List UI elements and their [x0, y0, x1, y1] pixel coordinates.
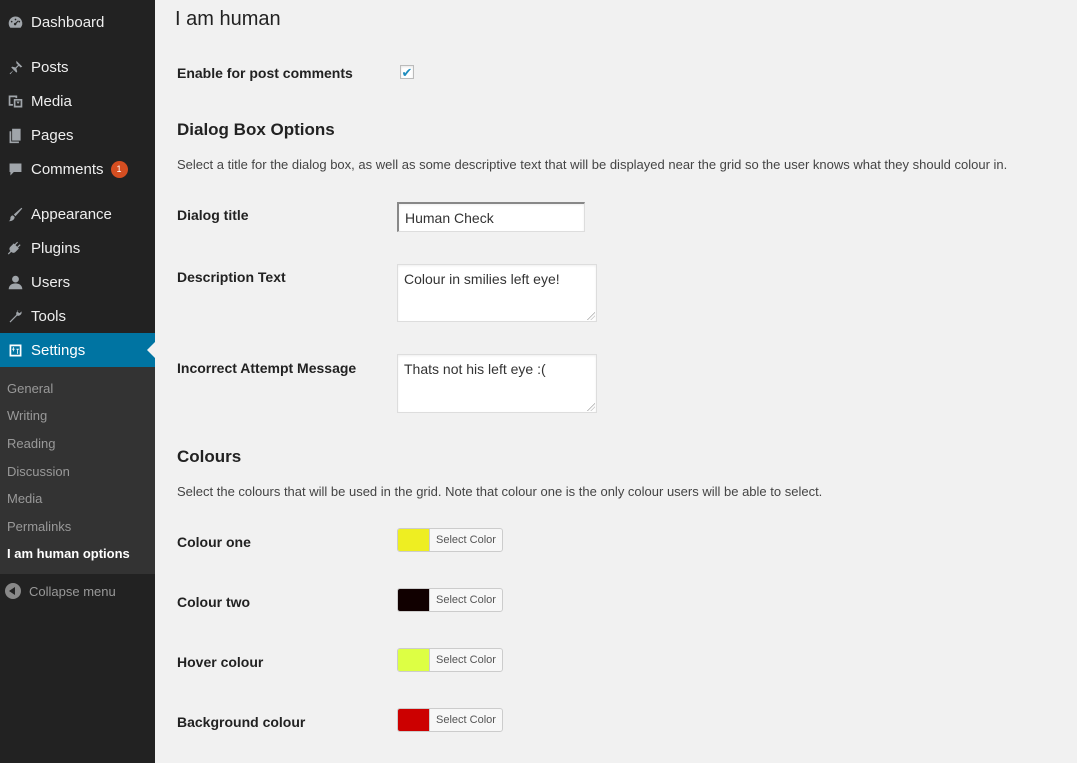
- menu-item-posts[interactable]: Posts: [0, 50, 155, 84]
- description-text-label: Description Text: [177, 269, 286, 285]
- dialog-section-description: Select a title for the dialog box, as we…: [177, 157, 1008, 172]
- submenu-item-i-am-human-options[interactable]: I am human options: [7, 546, 130, 561]
- select-color-button[interactable]: Select Color: [430, 589, 502, 611]
- admin-sidebar: Dashboard Posts Media Pages Comments 1 A…: [0, 0, 155, 763]
- settings-submenu: General Writing Reading Discussion Media…: [0, 367, 155, 574]
- wrench-icon: [5, 306, 25, 326]
- colour-two-swatch: [398, 589, 430, 611]
- select-color-button[interactable]: Select Color: [430, 709, 502, 731]
- colour-one-swatch: [398, 529, 430, 551]
- menu-label: Posts: [31, 58, 69, 76]
- background-colour-picker[interactable]: Select Color: [397, 708, 503, 732]
- menu-label: Tools: [31, 307, 67, 325]
- menu-item-plugins[interactable]: Plugins: [0, 231, 155, 265]
- brush-icon: [5, 204, 25, 224]
- description-text-textarea[interactable]: Colour in smilies left eye!: [397, 264, 597, 322]
- resize-grip-icon[interactable]: [587, 312, 595, 320]
- settings-icon: [5, 340, 25, 360]
- dashboard-icon: [5, 12, 25, 32]
- submenu-item-discussion[interactable]: Discussion: [7, 464, 70, 479]
- colours-section-title: Colours: [177, 447, 242, 466]
- collapse-arrow-icon: [5, 583, 21, 599]
- submenu-item-writing[interactable]: Writing: [7, 408, 47, 423]
- menu-item-users[interactable]: Users: [0, 265, 155, 299]
- menu-label: Media: [31, 92, 72, 110]
- select-color-button[interactable]: Select Color: [430, 649, 502, 671]
- menu-item-tools[interactable]: Tools: [0, 299, 155, 333]
- colour-one-picker[interactable]: Select Color: [397, 528, 503, 552]
- menu-item-appearance[interactable]: Appearance: [0, 197, 155, 231]
- submenu-item-media[interactable]: Media: [7, 491, 42, 506]
- user-icon: [5, 272, 25, 292]
- page-title: I am human: [175, 8, 281, 30]
- resize-grip-icon[interactable]: [587, 403, 595, 411]
- menu-item-settings[interactable]: Settings: [0, 333, 155, 367]
- pin-icon: [5, 57, 25, 77]
- enable-comments-checkbox[interactable]: ✔: [400, 65, 414, 79]
- menu-item-media[interactable]: Media: [0, 84, 155, 118]
- dialog-title-label: Dialog title: [177, 207, 249, 223]
- comment-icon: [5, 159, 25, 179]
- dialog-title-input[interactable]: [397, 202, 585, 232]
- menu-label: Dashboard: [31, 13, 105, 31]
- hover-colour-picker[interactable]: Select Color: [397, 648, 503, 672]
- colour-two-picker[interactable]: Select Color: [397, 588, 503, 612]
- settings-content: I am human Enable for post comments ✔ Di…: [155, 0, 1077, 763]
- background-colour-label: Background colour: [177, 714, 306, 730]
- menu-label: Comments: [31, 160, 104, 178]
- incorrect-attempt-label: Incorrect Attempt Message: [177, 360, 357, 376]
- incorrect-attempt-wrapper: Thats not his left eye :(: [397, 354, 597, 413]
- plug-icon: [5, 238, 25, 258]
- select-color-button[interactable]: Select Color: [430, 529, 502, 551]
- enable-comments-label: Enable for post comments: [177, 65, 353, 81]
- media-icon: [5, 91, 25, 111]
- menu-label: Appearance: [31, 205, 112, 223]
- incorrect-attempt-textarea[interactable]: Thats not his left eye :(: [397, 354, 597, 413]
- description-text-wrapper: Colour in smilies left eye!: [397, 264, 597, 322]
- background-colour-swatch: [398, 709, 430, 731]
- submenu-item-reading[interactable]: Reading: [7, 436, 55, 451]
- menu-item-pages[interactable]: Pages: [0, 118, 155, 152]
- colour-two-label: Colour two: [177, 594, 251, 610]
- submenu-item-permalinks[interactable]: Permalinks: [7, 519, 71, 534]
- colour-one-label: Colour one: [177, 534, 251, 550]
- menu-label: Plugins: [31, 239, 81, 257]
- checkmark-icon: ✔: [401, 64, 413, 80]
- submenu-item-general[interactable]: General: [7, 381, 53, 396]
- pages-icon: [5, 125, 25, 145]
- menu-label: Users: [31, 273, 71, 291]
- menu-item-comments[interactable]: Comments 1: [0, 152, 155, 186]
- menu-item-dashboard[interactable]: Dashboard: [0, 5, 155, 39]
- menu-label: Pages: [31, 126, 74, 144]
- comments-count-badge: 1: [110, 160, 128, 178]
- dialog-section-title: Dialog Box Options: [177, 120, 335, 139]
- menu-label: Settings: [31, 341, 86, 359]
- collapse-menu-label: Collapse menu: [29, 583, 116, 599]
- hover-colour-swatch: [398, 649, 430, 671]
- collapse-menu-button[interactable]: Collapse menu: [5, 583, 116, 599]
- colours-section-description: Select the colours that will be used in …: [177, 484, 823, 499]
- hover-colour-label: Hover colour: [177, 654, 264, 670]
